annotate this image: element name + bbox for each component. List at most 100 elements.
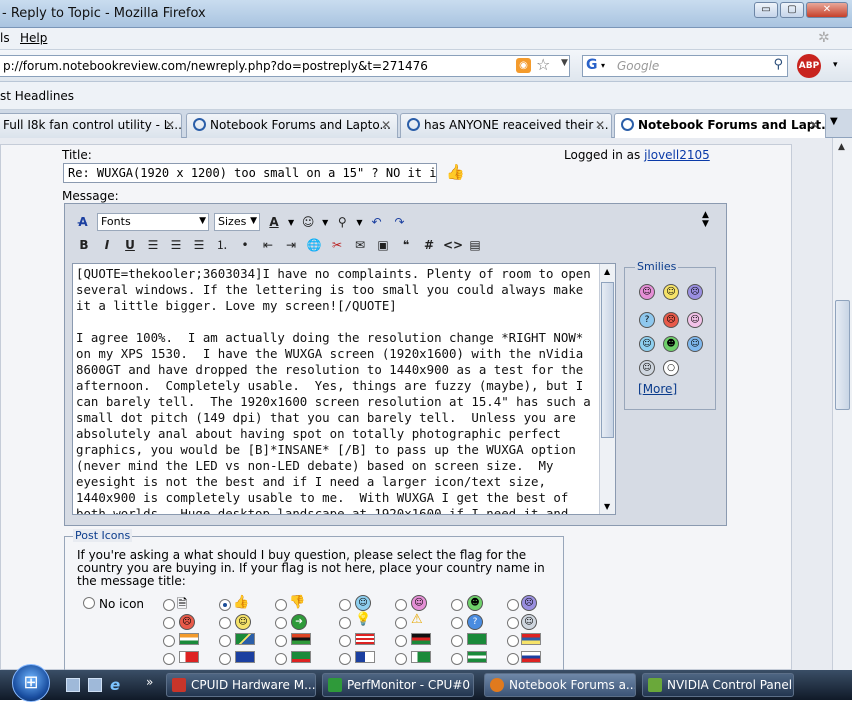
taskbar-cpuid-hardware-monitor[interactable]: CPUID Hardware M... — [166, 673, 316, 697]
post-icon-radio[interactable] — [163, 599, 175, 611]
resize-editor-icon[interactable]: ▲ ▼ — [702, 211, 709, 229]
post-icon-radio[interactable] — [339, 653, 351, 665]
align-center-icon[interactable]: ☰ — [167, 236, 185, 254]
post-icon-radio[interactable] — [339, 599, 351, 611]
start-button[interactable]: ⊞ — [12, 664, 50, 702]
search-input[interactable]: Google — [617, 59, 659, 73]
page-scroll-thumb[interactable] — [835, 300, 850, 410]
smiley-picker-icon[interactable]: ☺ — [299, 213, 317, 231]
more-smilies-link[interactable]: More — [643, 382, 673, 396]
search-engine-dropdown-icon[interactable]: ▾ — [601, 61, 605, 70]
tab-list-chevron-icon[interactable]: ▼ — [830, 116, 838, 127]
post-icon-radio[interactable] — [163, 653, 175, 665]
outdent-icon[interactable]: ⇤ — [259, 236, 277, 254]
maximize-button[interactable]: ▢ — [780, 2, 804, 18]
menu-help[interactable]: Help — [20, 31, 47, 45]
tab-notebook-forums-1[interactable]: Notebook Forums and Lapto... ✕ — [186, 113, 398, 138]
close-button[interactable]: ✕ — [806, 2, 848, 18]
no-icon-radio[interactable] — [83, 597, 95, 609]
post-icon-radio[interactable] — [163, 617, 175, 629]
insert-link-icon[interactable]: 🌐 — [305, 236, 323, 254]
post-icon-radio[interactable] — [507, 635, 519, 647]
indent-icon[interactable]: ⇥ — [282, 236, 300, 254]
adblock-icon[interactable]: ABP — [797, 54, 821, 78]
text-color-icon[interactable]: A — [265, 213, 283, 231]
post-icon-radio[interactable] — [451, 653, 463, 665]
unordered-list-icon[interactable]: • — [236, 236, 254, 254]
search-icon[interactable]: ⚲ — [773, 57, 783, 72]
post-icon-radio[interactable] — [275, 635, 287, 647]
switch-windows-icon[interactable] — [88, 678, 102, 692]
chevron-down-icon[interactable]: ▼ — [356, 218, 362, 227]
align-left-icon[interactable]: ☰ — [144, 236, 162, 254]
ordered-list-icon[interactable]: ⒈ — [213, 236, 231, 254]
quick-launch-overflow-icon[interactable]: » — [146, 675, 153, 689]
google-search-engine-icon[interactable]: G — [586, 57, 598, 73]
remove-link-icon[interactable]: ✂ — [328, 236, 346, 254]
taskbar-perfmonitor[interactable]: PerfMonitor - CPU#0 — [322, 673, 474, 697]
post-icon-radio[interactable] — [395, 653, 407, 665]
rss-feed-icon[interactable]: ◉ — [516, 58, 531, 73]
font-select[interactable]: Fonts ▼ — [97, 213, 209, 231]
internet-explorer-icon[interactable]: e — [110, 676, 120, 694]
post-icon-radio[interactable] — [339, 635, 351, 647]
code-hash-icon[interactable]: # — [420, 236, 438, 254]
taskbar-firefox-notebook-forums[interactable]: Notebook Forums a... — [484, 673, 636, 697]
smiley-smile-icon[interactable]: ☺ — [663, 284, 679, 300]
post-icon-radio[interactable] — [451, 635, 463, 647]
smiley-frown-icon[interactable]: ☹ — [687, 284, 703, 300]
show-desktop-icon[interactable] — [66, 678, 80, 692]
email-link-icon[interactable]: ✉ — [351, 236, 369, 254]
smiley-confused-icon[interactable]: ? — [639, 312, 655, 328]
textarea-scrollbar[interactable]: ▲ ▼ — [599, 264, 615, 514]
bookmark-latest-headlines[interactable]: st Headlines — [0, 89, 74, 103]
scroll-up-icon[interactable]: ▲ — [838, 142, 845, 152]
url-bar[interactable]: p://forum.notebookreview.com/newreply.ph… — [0, 55, 570, 77]
italic-icon[interactable]: I — [98, 236, 116, 254]
post-icon-radio[interactable] — [395, 635, 407, 647]
smiley-rolleyes-icon[interactable]: ☺ — [687, 336, 703, 352]
post-icon-radio[interactable] — [507, 617, 519, 629]
chevron-down-icon[interactable]: ▼ — [288, 218, 294, 227]
underline-icon[interactable]: U — [121, 236, 139, 254]
bookmark-star-icon[interactable]: ☆ — [536, 55, 550, 74]
html-code-icon[interactable]: <> — [443, 236, 463, 254]
adblock-menu-icon[interactable]: ▾ — [833, 60, 838, 70]
post-icon-radio[interactable] — [507, 653, 519, 665]
post-icon-radio[interactable] — [275, 617, 287, 629]
post-icon-radio[interactable] — [339, 617, 351, 629]
remove-format-icon[interactable]: A̶ — [74, 213, 92, 231]
page-scrollbar[interactable]: ▲ — [832, 138, 852, 670]
post-icon-radio[interactable] — [275, 653, 287, 665]
attachment-icon[interactable]: ⚲ — [333, 213, 351, 231]
smiley-wink-icon[interactable]: ☺ — [687, 312, 703, 328]
textarea-scroll-thumb[interactable] — [601, 282, 614, 438]
menu-tools[interactable]: ls — [0, 31, 10, 45]
smiley-redface-icon[interactable]: ☺ — [639, 336, 655, 352]
tab-close-icon[interactable]: ✕ — [165, 118, 175, 132]
post-icon-radio[interactable] — [395, 599, 407, 611]
title-input[interactable]: Re: WUXGA(1920 x 1200) too small on a 15… — [63, 163, 437, 183]
post-icon-radio[interactable] — [219, 599, 231, 611]
post-icon-radio[interactable] — [219, 617, 231, 629]
post-icon-radio[interactable] — [395, 617, 407, 629]
tab-close-icon[interactable]: ✕ — [809, 118, 819, 132]
minimize-button[interactable]: ▭ — [754, 2, 778, 18]
smiley-cool-icon[interactable]: ☺ — [639, 360, 655, 376]
post-icon-radio[interactable] — [219, 635, 231, 647]
smiley-biggrin-icon[interactable]: ☻ — [663, 336, 679, 352]
tab-i8k-fan-control[interactable]: Full I8k fan control utility - L... ✕ — [0, 113, 182, 138]
size-select[interactable]: Sizes ▼ — [214, 213, 260, 231]
tab-close-icon[interactable]: ✕ — [595, 118, 605, 132]
post-icon-radio[interactable] — [451, 617, 463, 629]
post-icon-radio[interactable] — [451, 599, 463, 611]
search-box[interactable]: G ▾ Google ⚲ — [582, 55, 788, 77]
tab-notebook-forums-active[interactable]: Notebook Forums and Lapt... ✕ — [614, 113, 826, 139]
taskbar-nvidia-control-panel[interactable]: NVIDIA Control Panel — [642, 673, 794, 697]
insert-image-icon[interactable]: ▣ — [374, 236, 392, 254]
smiley-mad-icon[interactable]: ☹ — [663, 312, 679, 328]
tab-close-icon[interactable]: ✕ — [381, 118, 391, 132]
tab-has-anyone-received[interactable]: has ANYONE reaceived their ... ✕ — [400, 113, 612, 138]
username-link[interactable]: jlovell2105 — [644, 148, 710, 162]
undo-icon[interactable]: ↶ — [367, 213, 385, 231]
